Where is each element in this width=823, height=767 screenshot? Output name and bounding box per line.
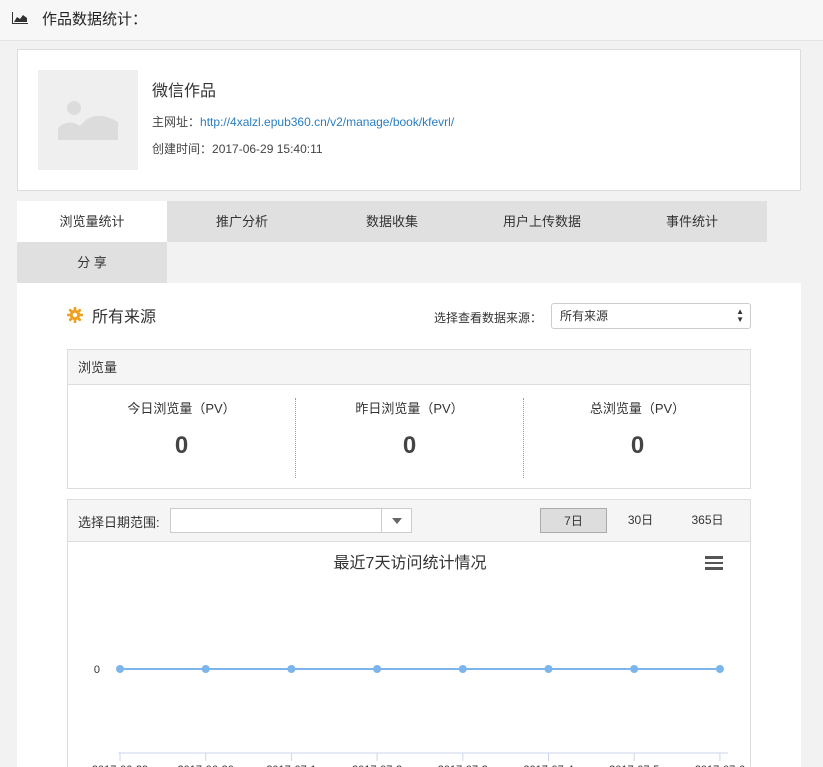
data-point [544,665,553,673]
range-365d-button[interactable]: 365日 [674,508,741,533]
data-point [116,665,124,673]
tab-share[interactable]: 分 享 [17,242,167,283]
stat-label: 今日浏览量（PV） [127,401,236,416]
work-created-value: 2017-06-29 15:40:11 [212,142,323,156]
work-name: 微信作品 [152,83,217,100]
date-range-label: 选择日期范围: [78,515,160,530]
work-created-label: 创建时间： [152,142,213,156]
tab-promotion[interactable]: 推广分析 [167,201,317,242]
tab-data-collection[interactable]: 数据收集 [317,201,467,242]
source-title: 所有来源 [92,309,157,326]
page-header: 作品数据统计： [0,0,823,41]
data-point [201,665,210,673]
date-range-bar: 选择日期范围: 7日 30日 365日 [68,500,750,542]
select-arrows-icon: ▲ ▼ [736,307,744,324]
date-range-input[interactable] [170,508,412,533]
data-point [373,665,382,673]
stat-label: 总浏览量（PV） [589,401,686,416]
image-placeholder-icon [58,101,118,140]
work-info-card: 微信作品 主网址：http://4xalzl.epub360.cn/v2/man… [17,49,801,191]
work-created-line: 创建时间：2017-06-29 15:40:11 [152,140,323,157]
gear-icon [67,307,83,323]
stat-today: 今日浏览量（PV） 0 [68,386,295,489]
stat-total: 总浏览量（PV） 0 [524,386,751,489]
menu-icon[interactable] [705,556,723,570]
stat-label: 昨日浏览量（PV） [355,401,464,416]
source-select-label: 选择查看数据来源： [434,311,543,325]
work-url-label: 主网址： [152,115,201,129]
data-point [458,665,467,673]
tab-user-uploads[interactable]: 用户上传数据 [467,201,617,242]
work-url-link[interactable]: http://4xalzl.epub360.cn/v2/manage/book/… [200,115,454,129]
pageviews-box: 浏览量 今日浏览量（PV） 0 昨日浏览量（PV） 0 总浏览量（PV） 0 [67,349,751,489]
stat-value: 0 [174,432,189,459]
stat-yesterday: 昨日浏览量（PV） 0 [296,386,523,489]
work-thumbnail [38,70,138,170]
area-chart-icon [12,12,28,24]
pageviews-panel: 所有来源 选择查看数据来源： 所有来源 ▲ ▼ 浏览量 今日浏览量（PV） 0 昨… [17,283,801,767]
stat-value: 0 [402,432,417,459]
tab-pageviews[interactable]: 浏览量统计 [17,201,167,242]
data-point [630,665,639,673]
work-url-line: 主网址：http://4xalzl.epub360.cn/v2/manage/b… [152,113,454,130]
chevron-down-icon[interactable] [381,509,411,532]
stat-value: 0 [630,432,645,459]
page-title: 作品数据统计： [42,11,148,28]
source-select[interactable]: 所有来源 ▲ ▼ [551,303,751,329]
data-point [287,665,296,673]
pageviews-box-header: 浏览量 [68,350,750,385]
range-7d-button[interactable]: 7日 [540,508,607,533]
data-point [715,665,724,673]
date-range-box: 选择日期范围: 7日 30日 365日 02017-06-292017-06-3… [67,499,751,767]
tab-events[interactable]: 事件统计 [617,201,767,242]
chart-title: 最近7天访问统计情况 [333,555,487,572]
visits-chart-svg: 02017-06-292017-06-302017-07-12017-07-22… [92,664,745,767]
range-30d-button[interactable]: 30日 [607,508,674,533]
visits-chart: 02017-06-292017-06-302017-07-12017-07-22… [68,543,750,767]
source-select-value: 所有来源 [560,309,609,323]
y-tick-label: 0 [94,664,100,676]
